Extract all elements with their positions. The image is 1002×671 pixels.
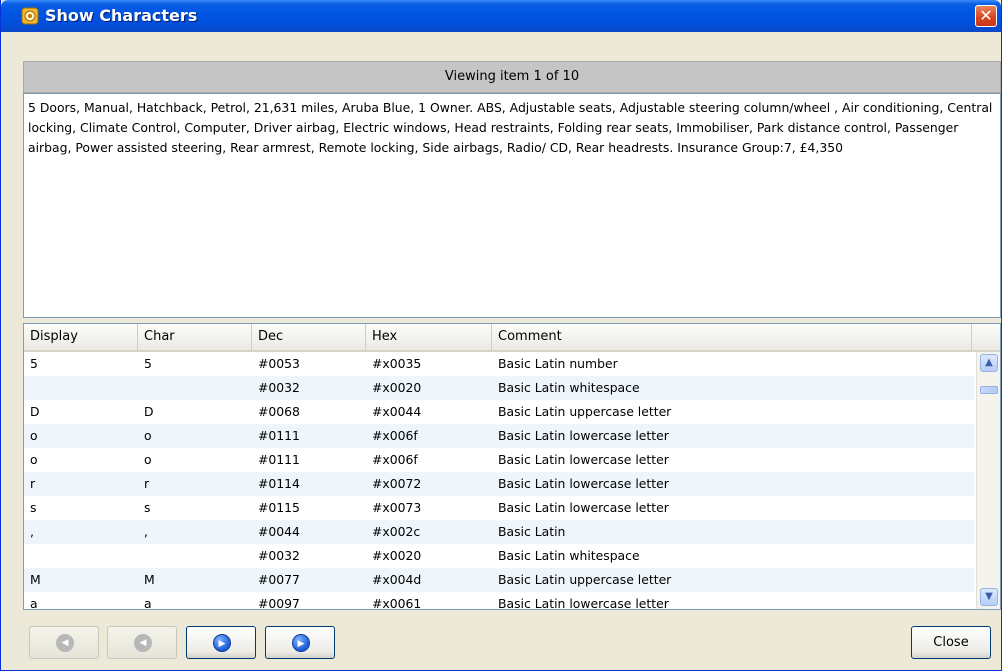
cell-comment: Basic Latin lowercase letter bbox=[498, 452, 669, 467]
cell-dec: #0053 bbox=[258, 356, 300, 371]
cell-dec: #0111 bbox=[258, 428, 300, 443]
grid-header: Display Char Dec Hex Comment bbox=[24, 324, 1000, 352]
cell-hex: #x0061 bbox=[372, 596, 422, 610]
cell-hex: #x0020 bbox=[372, 380, 422, 395]
previous-icon: ◀ bbox=[134, 634, 152, 652]
cell-comment: Basic Latin number bbox=[498, 356, 618, 371]
cell-dec: #0097 bbox=[258, 596, 300, 610]
scroll-up-icon[interactable]: ▲ bbox=[980, 354, 998, 372]
first-item-button[interactable]: ◀ bbox=[29, 626, 99, 659]
table-row[interactable]: #0032 #x0020 Basic Latin whitespace bbox=[24, 376, 974, 400]
cell-display: r bbox=[30, 476, 36, 491]
next-item-button[interactable]: ▶ bbox=[186, 626, 256, 659]
title-bar[interactable]: Show Characters ✕ bbox=[1, 0, 1001, 32]
cell-char: o bbox=[144, 428, 152, 443]
table-row[interactable]: D D #0068 #x0044 Basic Latin uppercase lette… bbox=[24, 400, 974, 424]
table-row[interactable]: a a #0097 #x0061 Basic Latin lowercase lette… bbox=[24, 592, 974, 610]
close-button[interactable]: Close bbox=[911, 626, 991, 659]
cell-char bbox=[138, 544, 144, 568]
cell-char: , bbox=[144, 524, 148, 539]
cell-display: M bbox=[30, 572, 41, 587]
cell-dec: #0111 bbox=[258, 452, 300, 467]
cell-display: a bbox=[30, 596, 38, 610]
cell-hex: #x004d bbox=[372, 572, 422, 587]
cell-comment: Basic Latin lowercase letter bbox=[498, 476, 669, 491]
window-title: Show Characters bbox=[45, 6, 198, 25]
cell-hex: #x006f bbox=[372, 428, 418, 443]
cell-char: o bbox=[144, 452, 152, 467]
column-header-hex[interactable]: Hex bbox=[366, 324, 492, 350]
cell-hex: #x0073 bbox=[372, 500, 422, 515]
cell-comment: Basic Latin lowercase letter bbox=[498, 596, 669, 610]
first-icon: ◀ bbox=[56, 634, 74, 652]
cell-dec: #0115 bbox=[258, 500, 300, 515]
cell-char: a bbox=[144, 596, 152, 610]
column-header-dec[interactable]: Dec bbox=[252, 324, 366, 350]
cell-dec: #0032 bbox=[258, 548, 300, 563]
table-row[interactable]: r r #0114 #x0072 Basic Latin lowercase lette… bbox=[24, 472, 974, 496]
cell-comment: Basic Latin lowercase letter bbox=[498, 500, 669, 515]
cell-char bbox=[138, 376, 144, 400]
grid-rows: 5 5 #0053 #x0035 Basic Latin number #0032 #x00… bbox=[24, 352, 974, 610]
cell-display: s bbox=[30, 500, 37, 515]
close-window-button[interactable]: ✕ bbox=[975, 5, 997, 27]
table-row[interactable]: o o #0111 #x006f Basic Latin lowercase lette… bbox=[24, 424, 974, 448]
cell-display: D bbox=[30, 404, 40, 419]
cell-char: 5 bbox=[144, 356, 152, 371]
next-icon: ▶ bbox=[213, 634, 231, 652]
cell-dec: #0114 bbox=[258, 476, 300, 491]
previous-item-button[interactable]: ◀ bbox=[107, 626, 177, 659]
cell-display: , bbox=[30, 524, 34, 539]
last-item-button[interactable]: ▶ bbox=[265, 626, 335, 659]
cell-dec: #0077 bbox=[258, 572, 300, 587]
cell-comment: Basic Latin lowercase letter bbox=[498, 428, 669, 443]
column-header-display[interactable]: Display bbox=[24, 324, 138, 350]
cell-display bbox=[24, 544, 30, 568]
table-row[interactable]: ,, #0044 #x002c Basic Latin bbox=[24, 520, 974, 544]
cell-comment: Basic Latin whitespace bbox=[498, 548, 640, 563]
column-header-char[interactable]: Char bbox=[138, 324, 252, 350]
last-icon: ▶ bbox=[292, 634, 310, 652]
vertical-scrollbar[interactable]: ▲ ▼ bbox=[976, 352, 1000, 609]
cell-dec: #0044 bbox=[258, 524, 300, 539]
cell-dec: #0068 bbox=[258, 404, 300, 419]
cell-comment: Basic Latin whitespace bbox=[498, 380, 640, 395]
table-row[interactable]: s s #0115 #x0073 Basic Latin lowercase lette… bbox=[24, 496, 974, 520]
cell-dec: #0032 bbox=[258, 380, 300, 395]
scroll-down-icon[interactable]: ▼ bbox=[980, 588, 998, 606]
cell-hex: #x0035 bbox=[372, 356, 422, 371]
cell-display: 5 bbox=[30, 356, 38, 371]
table-row[interactable]: o o #0111 #x006f Basic Latin lowercase lette… bbox=[24, 448, 974, 472]
table-row[interactable]: M M #0077 #x004d Basic Latin uppercase lette… bbox=[24, 568, 974, 592]
cell-display: o bbox=[30, 428, 38, 443]
description-text[interactable]: 5 Doors, Manual, Hatchback, Petrol, 21,6… bbox=[23, 93, 1001, 318]
cell-char: M bbox=[144, 572, 155, 587]
cell-hex: #x0044 bbox=[372, 404, 422, 419]
table-row[interactable]: 5 5 #0053 #x0035 Basic Latin number bbox=[24, 352, 974, 376]
cell-comment: Basic Latin uppercase letter bbox=[498, 404, 672, 419]
column-header-comment[interactable]: Comment bbox=[492, 324, 972, 350]
cell-hex: #x0072 bbox=[372, 476, 422, 491]
cell-char: r bbox=[144, 476, 150, 491]
app-icon bbox=[21, 7, 39, 25]
cell-hex: #x006f bbox=[372, 452, 418, 467]
viewing-status: Viewing item 1 of 10 bbox=[23, 61, 1001, 93]
character-grid[interactable]: Display Char Dec Hex Comment 5 5 #0053 #x00… bbox=[23, 323, 1001, 610]
cell-display: o bbox=[30, 452, 38, 467]
cell-char: D bbox=[144, 404, 154, 419]
cell-display bbox=[24, 376, 30, 400]
table-row[interactable]: #0032 #x0020 Basic Latin whitespace bbox=[24, 544, 974, 568]
cell-hex: #x0020 bbox=[372, 548, 422, 563]
cell-comment: Basic Latin uppercase letter bbox=[498, 572, 672, 587]
cell-hex: #x002c bbox=[372, 524, 421, 539]
cell-comment: Basic Latin bbox=[498, 524, 566, 539]
show-characters-window: Show Characters ✕ Viewing item 1 of 10 5… bbox=[0, 0, 1002, 671]
cell-char: s bbox=[144, 500, 151, 515]
scroll-thumb[interactable] bbox=[980, 386, 998, 394]
